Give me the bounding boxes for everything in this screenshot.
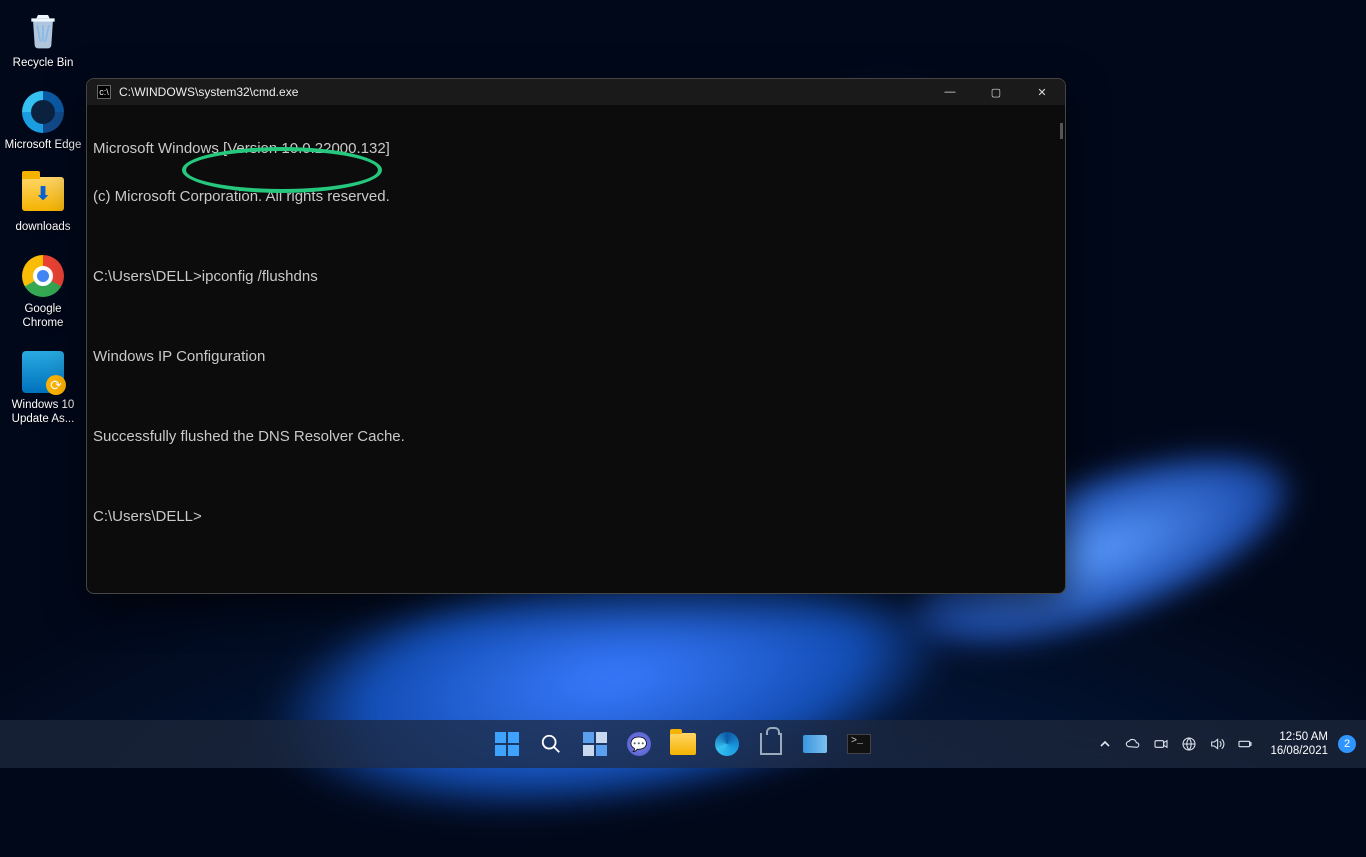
windows-update-icon <box>21 350 65 394</box>
edge-button[interactable] <box>708 725 746 763</box>
widgets-button[interactable] <box>576 725 614 763</box>
volume-tray[interactable] <box>1208 735 1226 753</box>
desktop-icon-chrome[interactable]: Google Chrome <box>4 254 82 330</box>
scrollbar[interactable] <box>1060 123 1063 139</box>
chrome-icon <box>21 254 65 298</box>
store-button[interactable] <box>752 725 790 763</box>
desktop-icon-label: Recycle Bin <box>13 56 74 70</box>
terminal-line: C:\Users\DELL> <box>93 509 1059 525</box>
terminal-line: Successfully flushed the DNS Resolver Ca… <box>93 429 1059 445</box>
file-explorer-button[interactable] <box>664 725 702 763</box>
window-title: C:\WINDOWS\system32\cmd.exe <box>119 85 298 99</box>
tray-date: 16/08/2021 <box>1270 744 1328 758</box>
desktop-icon-label: downloads <box>16 220 71 234</box>
cmd-icon <box>847 734 871 754</box>
terminal-line: Windows IP Configuration <box>93 349 1059 365</box>
edge-icon <box>21 90 65 134</box>
notification-button[interactable]: 2 <box>1338 735 1356 753</box>
taskbar-center: 💬 <box>488 725 878 763</box>
desktop-icons: Recycle Bin Microsoft Edge downloads Goo… <box>4 8 82 426</box>
cmd-icon: c:\ <box>97 85 111 99</box>
chevron-up-icon <box>1099 738 1111 750</box>
folder-icon <box>670 733 696 755</box>
language-tray[interactable] <box>1180 735 1198 753</box>
desktop-icon-downloads[interactable]: downloads <box>4 172 82 234</box>
steps-recorder-icon <box>803 735 827 753</box>
close-button[interactable]: ✕ <box>1019 79 1065 105</box>
desktop-icon-edge[interactable]: Microsoft Edge <box>4 90 82 152</box>
taskbar: 💬 12:50 AM 16/08/2021 2 <box>0 720 1366 768</box>
terminal-line: (c) Microsoft Corporation. All rights re… <box>93 189 1059 205</box>
search-button[interactable] <box>532 725 570 763</box>
cmd-button[interactable] <box>840 725 878 763</box>
store-icon <box>760 733 782 755</box>
start-button[interactable] <box>488 725 526 763</box>
folder-icon <box>21 172 65 216</box>
terminal-line: Microsoft Windows [Version 10.0.22000.13… <box>93 141 1059 157</box>
desktop-icon-label: Google Chrome <box>4 302 82 330</box>
chat-button[interactable]: 💬 <box>620 725 658 763</box>
minimize-button[interactable]: — <box>927 79 973 105</box>
terminal-line: C:\Users\DELL>ipconfig /flushdns <box>93 269 1059 285</box>
terminal-body[interactable]: Microsoft Windows [Version 10.0.22000.13… <box>87 105 1065 593</box>
speaker-icon <box>1209 736 1225 752</box>
system-tray: 12:50 AM 16/08/2021 2 <box>1096 730 1366 758</box>
battery-icon <box>1237 736 1253 752</box>
tray-time: 12:50 AM <box>1270 730 1328 744</box>
meet-now-tray[interactable] <box>1152 735 1170 753</box>
cloud-icon <box>1125 736 1141 752</box>
desktop-icon-windows-update-assistant[interactable]: Windows 10 Update As... <box>4 350 82 426</box>
recycle-bin-icon <box>21 8 65 52</box>
desktop-icon-label: Microsoft Edge <box>5 138 82 152</box>
tray-overflow-button[interactable] <box>1096 735 1114 753</box>
maximize-button[interactable]: ▢ <box>973 79 1019 105</box>
edge-icon <box>715 732 739 756</box>
desktop-icon-label: Windows 10 Update As... <box>4 398 82 426</box>
title-bar[interactable]: c:\ C:\WINDOWS\system32\cmd.exe — ▢ ✕ <box>87 79 1065 105</box>
onedrive-tray[interactable] <box>1124 735 1142 753</box>
search-icon <box>540 733 562 755</box>
steps-recorder-button[interactable] <box>796 725 834 763</box>
cmd-window[interactable]: c:\ C:\WINDOWS\system32\cmd.exe — ▢ ✕ Mi… <box>86 78 1066 594</box>
chat-icon: 💬 <box>627 732 651 756</box>
notification-count: 2 <box>1344 738 1350 750</box>
battery-tray[interactable] <box>1236 735 1254 753</box>
camera-icon <box>1153 736 1169 752</box>
globe-icon <box>1181 736 1197 752</box>
desktop-icon-recycle-bin[interactable]: Recycle Bin <box>4 8 82 70</box>
widgets-icon <box>583 732 607 756</box>
windows-logo-icon <box>495 732 519 756</box>
clock[interactable]: 12:50 AM 16/08/2021 <box>1270 730 1328 758</box>
